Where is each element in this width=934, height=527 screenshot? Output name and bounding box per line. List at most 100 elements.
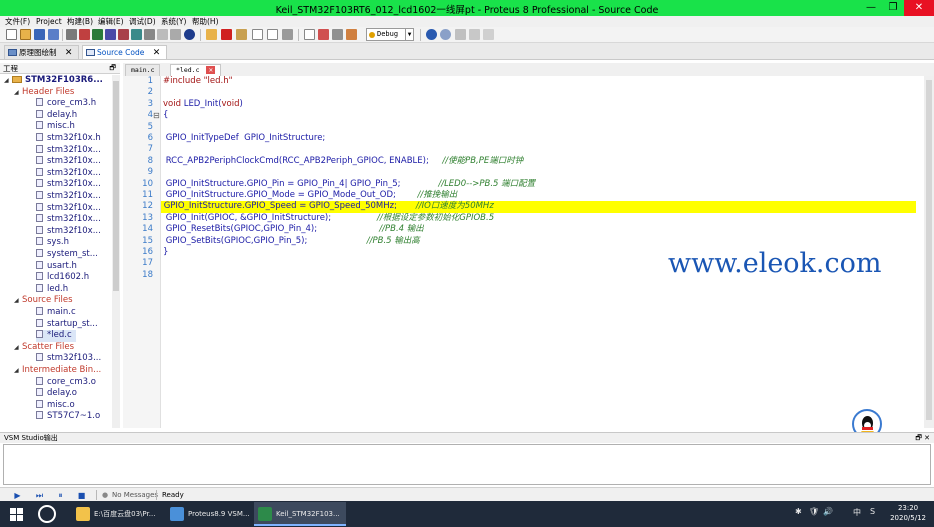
- open-file-icon[interactable]: [252, 29, 263, 40]
- import-icon[interactable]: [66, 29, 77, 40]
- component-icon[interactable]: [92, 29, 103, 40]
- menu-help[interactable]: 帮助(H): [192, 16, 219, 27]
- schematic-icon[interactable]: [105, 29, 116, 40]
- tree-file-item[interactable]: misc.h: [36, 121, 75, 133]
- code-line[interactable]: GPIO_Init(GPIOC, &GPIO_InitStructure); /…: [163, 213, 494, 224]
- tree-file-item[interactable]: delay.h: [36, 109, 77, 122]
- code-line[interactable]: RCC_APB2PeriphClockCmd(RCC_APB2Periph_GP…: [163, 156, 524, 167]
- expand-icon[interactable]: ◢: [4, 75, 12, 87]
- stop-icon[interactable]: [221, 29, 232, 40]
- scrollbar-thumb[interactable]: [113, 81, 119, 291]
- taskbar-keil[interactable]: Keil_STM32F103...: [254, 502, 346, 526]
- editor-tab-main-c[interactable]: main.c: [125, 64, 161, 76]
- code-line[interactable]: GPIO_SetBits(GPIOC,GPIO_Pin_5); //PB.5 输…: [163, 236, 420, 247]
- copy-icon[interactable]: [469, 29, 480, 40]
- menu-file[interactable]: 文件(F): [5, 16, 30, 27]
- tree-file-item[interactable]: stm32f10x...: [36, 191, 101, 203]
- code-line[interactable]: GPIO_InitTypeDef GPIO_InitStructure;: [163, 133, 326, 144]
- close-button[interactable]: ✕: [904, 0, 934, 16]
- code-line[interactable]: GPIO_InitStructure.GPIO_Pin = GPIO_Pin_4…: [163, 179, 535, 190]
- rebuild-icon[interactable]: [332, 29, 343, 40]
- expand-icon[interactable]: ◢: [14, 87, 22, 99]
- pause-icon[interactable]: ⏸: [56, 491, 65, 500]
- save-icon[interactable]: [34, 29, 45, 40]
- help-icon[interactable]: [184, 29, 195, 40]
- compile-icon[interactable]: [318, 29, 329, 40]
- tree-file-item[interactable]: core_cm3.h: [36, 98, 96, 110]
- tree-file-item[interactable]: *led.c: [36, 330, 76, 342]
- tree-file-item[interactable]: stm32f103...: [36, 353, 101, 365]
- tree-file-item[interactable]: stm32f10x...: [36, 202, 101, 215]
- tree-file-item[interactable]: system_st...: [36, 249, 98, 261]
- ime-icon[interactable]: 中: [853, 507, 861, 518]
- stop-icon[interactable]: ■: [77, 491, 86, 500]
- close-icon[interactable]: ✕: [65, 48, 73, 58]
- tree-file-item[interactable]: stm32f10x.h: [36, 133, 101, 145]
- build-icon[interactable]: [206, 29, 217, 40]
- tree-root-item[interactable]: ◢ STM32F103R6...: [4, 75, 103, 87]
- menu-debug[interactable]: 调试(D): [129, 16, 156, 27]
- open-icon[interactable]: [20, 29, 31, 40]
- new-document-icon[interactable]: [267, 29, 278, 40]
- build-config-select[interactable]: Debug ▼: [366, 28, 414, 41]
- paste-icon[interactable]: [483, 29, 494, 40]
- expand-icon[interactable]: ◢: [14, 342, 22, 354]
- tree-file-item[interactable]: stm32f10x...: [36, 167, 101, 180]
- code-line[interactable]: }: [163, 247, 168, 258]
- pin-icon[interactable]: 🗗: [109, 63, 116, 74]
- play-icon[interactable]: ▶: [13, 491, 22, 500]
- tree-file-item[interactable]: stm32f10x...: [36, 214, 101, 226]
- library-icon[interactable]: [346, 29, 357, 40]
- chevron-down-icon[interactable]: ▼: [405, 29, 413, 40]
- taskbar-proteus[interactable]: Proteus8.9 VSM...: [166, 502, 252, 526]
- redo-icon[interactable]: [440, 29, 451, 40]
- code-line-current[interactable]: GPIO_InitStructure.GPIO_Speed = GPIO_Spe…: [161, 201, 916, 213]
- tree-file-item[interactable]: core_cm3.o: [36, 376, 96, 389]
- close-icon[interactable]: ✕: [153, 48, 161, 58]
- tree-file-item[interactable]: lcd1602.h: [36, 272, 89, 284]
- code-line[interactable]: {: [163, 110, 168, 121]
- bom-icon[interactable]: [157, 29, 168, 40]
- shield-icon[interactable]: 🛡: [809, 507, 819, 516]
- project-tree[interactable]: ◢ STM32F103R6... ◢ Header Files core_cm3.h de…: [0, 75, 112, 428]
- clean-icon[interactable]: [236, 29, 247, 40]
- tree-file-item[interactable]: startup_st...: [36, 318, 98, 331]
- maximize-button[interactable]: ❐: [882, 0, 904, 16]
- minimize-button[interactable]: —: [860, 0, 882, 16]
- tree-file-item[interactable]: stm32f10x...: [36, 225, 101, 238]
- project-tree-scrollbar[interactable]: [112, 75, 120, 428]
- 3d-icon[interactable]: [131, 29, 142, 40]
- expand-icon[interactable]: ◢: [14, 295, 22, 307]
- tree-file-item[interactable]: sys.h: [36, 237, 69, 249]
- close-icon[interactable]: ✕: [206, 66, 216, 74]
- taskbar-clock[interactable]: 23:20 2020/5/12: [890, 503, 926, 523]
- search-icon[interactable]: [38, 505, 56, 523]
- tree-group-item[interactable]: ◢ Header Files: [14, 87, 74, 99]
- menu-system[interactable]: 系统(Y): [161, 16, 186, 27]
- taskbar-explorer[interactable]: E:\百度云盘03\Pr...: [72, 502, 164, 526]
- volume-icon[interactable]: 🔊: [823, 507, 833, 516]
- tree-file-item[interactable]: stm32f10x...: [36, 156, 101, 168]
- step-icon[interactable]: ⏭: [35, 491, 44, 500]
- tree-file-item[interactable]: stm32f10x...: [36, 144, 101, 157]
- close-project-icon[interactable]: [79, 29, 90, 40]
- sogou-icon[interactable]: S: [870, 507, 875, 516]
- tab-schematic[interactable]: 原理图绘制 ✕: [4, 45, 80, 59]
- title-bar[interactable]: Keil_STM32F103RT6_012_lcd1602一线屏pt - Pro…: [0, 0, 934, 16]
- menu-project[interactable]: Project: [36, 16, 62, 27]
- bluetooth-icon[interactable]: ✱: [795, 507, 802, 516]
- print-icon[interactable]: [282, 29, 293, 40]
- tree-file-item[interactable]: led.h: [36, 283, 68, 296]
- cut-icon[interactable]: [455, 29, 466, 40]
- tree-group-item[interactable]: ◢ Intermediate Bin...: [14, 365, 101, 377]
- tree-file-item[interactable]: ST57C7~1.o: [36, 411, 100, 423]
- page-setup-icon[interactable]: [304, 29, 315, 40]
- windows-start-icon[interactable]: [10, 508, 23, 521]
- tree-group-item[interactable]: ◢ Scatter Files: [14, 342, 74, 354]
- fold-icon[interactable]: ⊟: [153, 110, 160, 121]
- code-line[interactable]: GPIO_InitStructure.GPIO_Mode = GPIO_Mode…: [163, 190, 458, 201]
- panel-controls[interactable]: 🗗 ✕: [915, 433, 930, 444]
- tree-file-item[interactable]: delay.o: [36, 388, 77, 400]
- expand-icon[interactable]: ◢: [14, 365, 22, 377]
- tree-file-item[interactable]: usart.h: [36, 260, 77, 273]
